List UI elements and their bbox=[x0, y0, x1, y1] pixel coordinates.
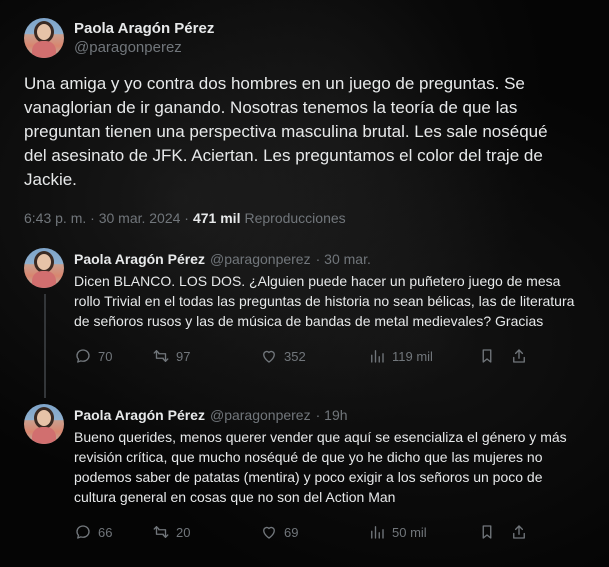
share-button[interactable] bbox=[510, 347, 530, 365]
avatar[interactable] bbox=[24, 404, 64, 444]
reply-text: Dicen BLANCO. LOS DOS. ¿Alguien puede ha… bbox=[74, 273, 575, 329]
heart-icon bbox=[263, 526, 275, 539]
reply-count: 70 bbox=[98, 348, 113, 364]
reply-author-handle[interactable]: @paragonperez bbox=[210, 406, 311, 424]
tweet-thread: Paola Aragón Pérez @paragonperez Una ami… bbox=[0, 0, 609, 567]
views-button[interactable]: 119 mil bbox=[368, 347, 478, 365]
thread-connector-line bbox=[44, 294, 46, 398]
retweet-icon bbox=[153, 526, 169, 538]
heart-icon bbox=[263, 350, 275, 363]
author-handle[interactable]: @paragonperez bbox=[74, 39, 214, 56]
share-icon bbox=[513, 525, 525, 539]
views-count: 50 mil bbox=[392, 524, 427, 540]
reply-header: Paola Aragón Pérez @paragonperez · 30 ma… bbox=[74, 250, 594, 268]
views-icon bbox=[371, 526, 384, 539]
reply-time[interactable]: · 19h bbox=[316, 406, 348, 424]
share-button[interactable] bbox=[510, 523, 530, 541]
bookmark-icon bbox=[482, 525, 492, 539]
views-button[interactable]: 50 mil bbox=[368, 523, 478, 541]
bookmark-button[interactable] bbox=[478, 347, 510, 365]
reply-author-handle[interactable]: @paragonperez bbox=[210, 250, 311, 268]
reply-count: 66 bbox=[98, 524, 113, 540]
views-count: 471 mil bbox=[192, 210, 241, 226]
reply-actions: 66 20 69 50 mil bbox=[74, 523, 589, 541]
retweet-icon bbox=[153, 350, 169, 362]
main-tweet: Paola Aragón Pérez @paragonperez Una ami… bbox=[24, 18, 584, 226]
reply-author-name[interactable]: Paola Aragón Pérez bbox=[74, 250, 205, 268]
share-icon bbox=[513, 349, 525, 363]
main-tweet-text: Una amiga y yo contra dos hombres en un … bbox=[24, 74, 553, 189]
main-tweet-meta: 6:43 p. m. · 30 mar. 2024 · 471 mil Repr… bbox=[24, 210, 584, 226]
reply-header: Paola Aragón Pérez @paragonperez · 19h bbox=[74, 406, 594, 424]
like-count: 69 bbox=[284, 524, 299, 540]
reply-icon bbox=[76, 525, 90, 539]
like-count: 352 bbox=[284, 348, 306, 364]
avatar[interactable] bbox=[24, 18, 64, 58]
reply-body: Paola Aragón Pérez @paragonperez · 19h B… bbox=[74, 404, 594, 541]
reply-time[interactable]: · 30 mar. bbox=[316, 250, 371, 268]
bookmark-button[interactable] bbox=[478, 523, 510, 541]
reply-button[interactable]: 70 bbox=[74, 347, 152, 365]
reply-tweet[interactable]: Paola Aragón Pérez @paragonperez · 30 ma… bbox=[24, 248, 594, 365]
main-tweet-header: Paola Aragón Pérez @paragonperez bbox=[24, 18, 584, 58]
reply-button[interactable]: 66 bbox=[74, 523, 152, 541]
views-label: Reproducciones bbox=[244, 210, 346, 226]
reply-icon bbox=[76, 349, 90, 363]
avatar[interactable] bbox=[24, 248, 64, 288]
views-icon bbox=[371, 350, 384, 363]
views-count: 119 mil bbox=[392, 348, 433, 364]
tweet-timestamp[interactable]: 6:43 p. m. · 30 mar. 2024 · bbox=[24, 210, 189, 226]
like-button[interactable]: 69 bbox=[260, 523, 368, 541]
reply-tweet[interactable]: Paola Aragón Pérez @paragonperez · 19h B… bbox=[24, 404, 594, 541]
author-block: Paola Aragón Pérez @paragonperez bbox=[74, 20, 214, 56]
retweet-button[interactable]: 97 bbox=[152, 347, 260, 365]
bookmark-icon bbox=[482, 349, 492, 363]
reply-author-name[interactable]: Paola Aragón Pérez bbox=[74, 406, 205, 424]
retweet-count: 97 bbox=[176, 348, 191, 364]
reply-body: Paola Aragón Pérez @paragonperez · 30 ma… bbox=[74, 248, 594, 365]
author-display-name[interactable]: Paola Aragón Pérez bbox=[74, 20, 214, 37]
retweet-count: 20 bbox=[176, 524, 191, 540]
reply-text: Bueno querides, menos querer vender que … bbox=[74, 429, 567, 505]
retweet-button[interactable]: 20 bbox=[152, 523, 260, 541]
reply-actions: 70 97 352 119 mil bbox=[74, 347, 589, 365]
like-button[interactable]: 352 bbox=[260, 347, 368, 365]
